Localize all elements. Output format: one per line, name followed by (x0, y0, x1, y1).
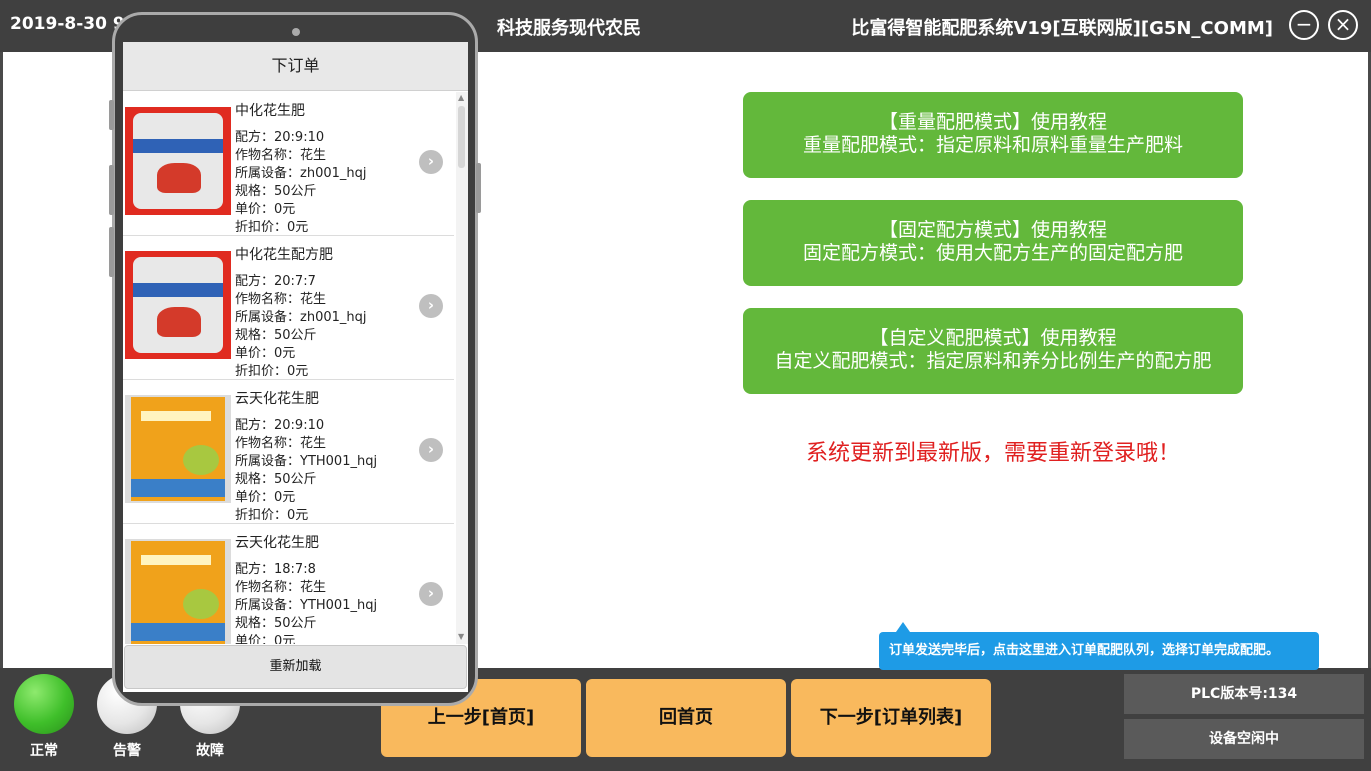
product-price: 单价：0元 (235, 202, 296, 217)
product-name: 中化花生配方肥 (235, 247, 333, 263)
product-device: 所属设备：zh001_hqj (235, 166, 367, 181)
product-discount: 折扣价：0元 (235, 364, 309, 379)
product-image (125, 395, 231, 503)
weight-mode-desc: 重量配肥模式：指定原料和原料重量生产肥料 (802, 134, 1183, 156)
order-page-title: 下订单 (123, 42, 468, 91)
custom-mode-desc: 自定义配肥模式：指定原料和养分比例生产的配方肥 (774, 350, 1212, 372)
device-status: 设备空闲中 (1124, 719, 1364, 759)
scroll-thumb[interactable] (458, 106, 465, 168)
product-spec: 规格：50公斤 (235, 184, 317, 199)
product-discount: 折扣价：0元 (235, 508, 309, 523)
product-device: 所属设备：YTH001_hqj (235, 598, 378, 613)
next-step-tooltip: 订单发送完毕后，点击这里进入订单配肥队列，选择订单完成配肥。 (879, 632, 1319, 670)
chevron-right-icon[interactable]: › (419, 582, 443, 606)
minimize-icon: − (1295, 12, 1313, 36)
phone-screen: 下订单 中化花生肥 配方：20:9:10 作物名称：花生 所属设备：zh001_… (123, 42, 468, 692)
phone-frame: 下订单 中化花生肥 配方：20:9:10 作物名称：花生 所属设备：zh001_… (109, 12, 481, 706)
fixed-formula-tutorial-button[interactable]: 【固定配方模式】使用教程 固定配方模式：使用大配方生产的固定配方肥 (743, 200, 1243, 286)
custom-mode-title: 【自定义配肥模式】使用教程 (869, 327, 1117, 349)
plc-version: PLC版本号:134 (1124, 674, 1364, 714)
phone-side-button (109, 100, 114, 130)
product-device: 所属设备：zh001_hqj (235, 310, 367, 325)
reload-button[interactable]: 重新加载 (124, 645, 467, 689)
fixed-formula-desc: 固定配方模式：使用大配方生产的固定配方肥 (802, 242, 1183, 264)
product-formula: 配方：20:7:7 (235, 274, 316, 289)
chevron-right-icon[interactable]: › (419, 438, 443, 462)
fixed-formula-title: 【固定配方模式】使用教程 (878, 219, 1107, 241)
product-formula: 配方：20:9:10 (235, 130, 325, 145)
list-item[interactable]: 云天化花生肥 配方：20:9:10 作物名称：花生 所属设备：YTH001_hq… (123, 380, 454, 524)
status-normal-label: 正常 (30, 743, 58, 759)
product-list: 中化花生肥 配方：20:9:10 作物名称：花生 所属设备：zh001_hqj … (123, 92, 454, 644)
product-spec: 规格：50公斤 (235, 616, 317, 631)
product-name: 云天化花生肥 (235, 391, 319, 407)
date-time: 2019-8-30 9 (10, 14, 125, 34)
product-image (125, 539, 231, 644)
product-name: 云天化花生肥 (235, 535, 319, 551)
weight-mode-tutorial-button[interactable]: 【重量配肥模式】使用教程 重量配肥模式：指定原料和原料重量生产肥料 (743, 92, 1243, 178)
close-icon: × (1334, 12, 1352, 36)
product-crop: 作物名称：花生 (235, 292, 327, 307)
phone-side-button (109, 227, 114, 277)
product-device: 所属设备：YTH001_hqj (235, 454, 378, 469)
custom-mode-tutorial-button[interactable]: 【自定义配肥模式】使用教程 自定义配肥模式：指定原料和养分比例生产的配方肥 (743, 308, 1243, 394)
list-item[interactable]: 中化花生肥 配方：20:9:10 作物名称：花生 所属设备：zh001_hqj … (123, 92, 454, 236)
update-notice: 系统更新到最新版，需要重新登录哦！ (805, 441, 1180, 466)
scroll-down-icon[interactable]: ▼ (458, 632, 464, 641)
product-discount: 折扣价：0元 (235, 220, 309, 235)
chevron-right-icon[interactable]: › (419, 150, 443, 174)
list-item[interactable]: 中化花生配方肥 配方：20:7:7 作物名称：花生 所属设备：zh001_hqj… (123, 236, 454, 380)
close-button[interactable]: × (1328, 10, 1358, 40)
home-button[interactable]: 回首页 (586, 679, 786, 757)
product-spec: 规格：50公斤 (235, 328, 317, 343)
product-price: 单价：0元 (235, 490, 296, 505)
product-image (125, 107, 231, 215)
status-alarm-label: 告警 (113, 743, 141, 759)
scroll-up-icon[interactable]: ▲ (458, 93, 464, 102)
next-step-button[interactable]: 下一步[订单列表] (791, 679, 991, 757)
product-crop: 作物名称：花生 (235, 580, 327, 595)
phone-camera (292, 28, 300, 36)
product-crop: 作物名称：花生 (235, 436, 327, 451)
product-name: 中化花生肥 (235, 103, 305, 119)
product-crop: 作物名称：花生 (235, 148, 327, 163)
weight-mode-title: 【重量配肥模式】使用教程 (878, 111, 1107, 133)
product-price: 单价：0元 (235, 634, 296, 644)
app-title: 比富得智能配肥系统V19[互联网版][G5N_COMM] (851, 18, 1273, 39)
tooltip-arrow (896, 622, 910, 632)
status-fault-label: 故障 (196, 743, 224, 759)
list-item[interactable]: 云天化花生肥 配方：18:7:8 作物名称：花生 所属设备：YTH001_hqj… (123, 524, 454, 644)
status-normal-indicator (14, 674, 74, 734)
product-formula: 配方：20:9:10 (235, 418, 325, 433)
phone-side-button (476, 163, 481, 213)
product-formula: 配方：18:7:8 (235, 562, 316, 577)
chevron-right-icon[interactable]: › (419, 294, 443, 318)
slogan: 科技服务现代农民 (497, 18, 641, 39)
list-scrollbar[interactable]: ▲ ▼ (456, 92, 468, 644)
minimize-button[interactable]: − (1289, 10, 1319, 40)
product-image (125, 251, 231, 359)
product-spec: 规格：50公斤 (235, 472, 317, 487)
product-price: 单价：0元 (235, 346, 296, 361)
phone-side-button (109, 165, 114, 215)
